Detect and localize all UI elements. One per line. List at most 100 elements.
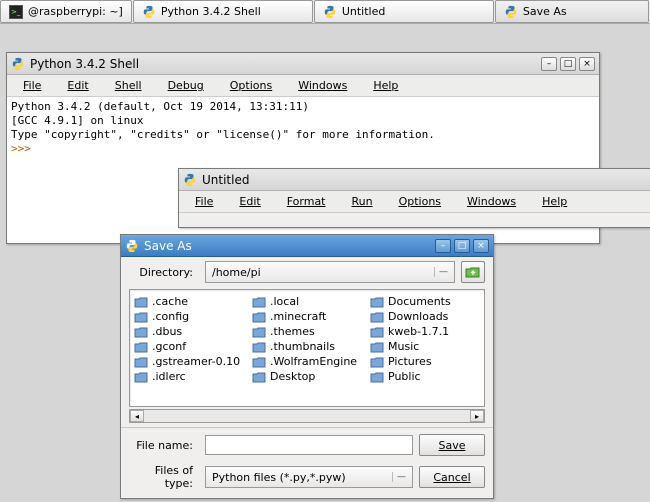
python-icon <box>504 5 518 19</box>
file-item-label: .config <box>152 310 189 323</box>
file-item-label: .dbus <box>152 325 182 338</box>
taskbar: @raspberrypi: ~] Python 3.4.2 Shell Unti… <box>0 0 650 24</box>
file-item[interactable]: .gconf <box>132 339 246 354</box>
folder-icon <box>252 326 266 338</box>
filename-label: File name: <box>129 439 199 452</box>
file-item-label: Documents <box>388 295 451 308</box>
taskbar-item-saveas[interactable]: Save As <box>495 0 649 23</box>
file-item[interactable]: Desktop <box>250 369 364 384</box>
menu-shell[interactable]: Shell <box>103 78 154 93</box>
filename-input[interactable] <box>205 435 413 455</box>
file-item[interactable]: .local <box>250 294 364 309</box>
folder-icon <box>252 356 266 368</box>
filetype-label: Files of type: <box>129 464 199 490</box>
chevron-down-icon: — <box>392 472 406 482</box>
menu-windows[interactable]: Windows <box>455 194 528 209</box>
filetype-combo[interactable]: Python files (*.py,*.pyw) — <box>205 466 413 488</box>
scroll-left-icon[interactable]: ◂ <box>130 410 144 422</box>
file-item[interactable]: Public <box>368 369 482 384</box>
file-item[interactable]: .WolframEngine <box>250 354 364 369</box>
folder-icon <box>252 311 266 323</box>
menu-run[interactable]: Run <box>340 194 385 209</box>
menu-windows[interactable]: Windows <box>286 78 359 93</box>
scroll-track[interactable] <box>144 410 470 422</box>
menu-help[interactable]: Help <box>361 78 410 93</box>
folder-icon <box>134 326 148 338</box>
file-item-label: Public <box>388 370 421 383</box>
menu-options[interactable]: Options <box>218 78 284 93</box>
file-item-label: .idlerc <box>152 370 186 383</box>
file-item[interactable]: .dbus <box>132 324 246 339</box>
file-item[interactable]: .cache <box>132 294 246 309</box>
folder-up-icon <box>465 265 481 279</box>
menu-debug[interactable]: Debug <box>156 78 216 93</box>
file-item[interactable]: kweb-1.7.1 <box>368 324 482 339</box>
horizontal-scrollbar[interactable]: ◂ ▸ <box>129 409 485 423</box>
directory-value: /home/pi <box>212 266 261 279</box>
file-list[interactable]: .cache .config .dbus .gconf .gstreamer-0.10.… <box>129 289 485 407</box>
menu-file[interactable]: File <box>11 78 53 93</box>
folder-icon <box>134 356 148 368</box>
python-icon <box>183 173 197 187</box>
up-directory-button[interactable] <box>461 261 485 283</box>
saveas-dialog: Save As – □ × Directory: /home/pi — .cac… <box>120 234 494 499</box>
shell-titlebar[interactable]: Python 3.4.2 Shell – □ × <box>7 53 599 75</box>
folder-icon <box>134 341 148 353</box>
menu-options[interactable]: Options <box>387 194 453 209</box>
scroll-right-icon[interactable]: ▸ <box>470 410 484 422</box>
menu-format[interactable]: Format <box>275 194 338 209</box>
window-title: Save As <box>144 239 430 253</box>
file-item[interactable]: .gstreamer-0.10 <box>132 354 246 369</box>
file-item-label: .minecraft <box>270 310 326 323</box>
taskbar-label: Save As <box>523 5 567 18</box>
file-item-label: .cache <box>152 295 188 308</box>
file-item[interactable]: .thumbnails <box>250 339 364 354</box>
file-item-label: .gconf <box>152 340 186 353</box>
file-item-label: kweb-1.7.1 <box>388 325 449 338</box>
directory-combo[interactable]: /home/pi — <box>205 261 455 283</box>
maximize-button[interactable]: □ <box>454 239 470 253</box>
taskbar-item-shell[interactable]: Python 3.4.2 Shell <box>133 0 313 23</box>
taskbar-item-terminal[interactable]: @raspberrypi: ~] <box>0 0 132 23</box>
file-item[interactable]: .themes <box>250 324 364 339</box>
chevron-down-icon: — <box>434 267 448 277</box>
file-item[interactable]: Documents <box>368 294 482 309</box>
file-item[interactable]: Pictures <box>368 354 482 369</box>
minimize-button[interactable]: – <box>435 239 451 253</box>
menu-help[interactable]: Help <box>530 194 579 209</box>
file-item-label: .WolframEngine <box>270 355 357 368</box>
taskbar-label: @raspberrypi: ~] <box>28 5 123 18</box>
saveas-titlebar[interactable]: Save As – □ × <box>121 235 493 257</box>
file-item-label: Downloads <box>388 310 448 323</box>
file-item[interactable]: Downloads <box>368 309 482 324</box>
maximize-button[interactable]: □ <box>560 57 576 71</box>
folder-icon <box>370 296 384 308</box>
menu-edit[interactable]: Edit <box>227 194 272 209</box>
taskbar-item-editor[interactable]: Untitled <box>314 0 494 23</box>
close-button[interactable]: × <box>579 57 595 71</box>
file-item[interactable]: .minecraft <box>250 309 364 324</box>
window-title: Python 3.4.2 Shell <box>30 57 536 71</box>
close-button[interactable]: × <box>473 239 489 253</box>
shell-prompt: >>> <box>11 142 38 155</box>
cancel-button[interactable]: Cancel <box>419 466 485 488</box>
folder-icon <box>134 371 148 383</box>
taskbar-label: Untitled <box>342 5 386 18</box>
menu-edit[interactable]: Edit <box>55 78 100 93</box>
file-item-label: .thumbnails <box>270 340 335 353</box>
file-item[interactable]: .idlerc <box>132 369 246 384</box>
file-item[interactable]: .config <box>132 309 246 324</box>
folder-icon <box>134 296 148 308</box>
save-button[interactable]: Save <box>419 434 485 456</box>
menu-file[interactable]: File <box>183 194 225 209</box>
file-item[interactable]: Music <box>368 339 482 354</box>
editor-titlebar[interactable]: Untitled <box>179 169 650 191</box>
minimize-button[interactable]: – <box>541 57 557 71</box>
file-item-label: Music <box>388 340 419 353</box>
python-icon <box>142 5 156 19</box>
file-item-label: .gstreamer-0.10 <box>152 355 240 368</box>
folder-icon <box>370 341 384 353</box>
file-item-label: .themes <box>270 325 315 338</box>
python-icon <box>11 57 25 71</box>
taskbar-label: Python 3.4.2 Shell <box>161 5 261 18</box>
